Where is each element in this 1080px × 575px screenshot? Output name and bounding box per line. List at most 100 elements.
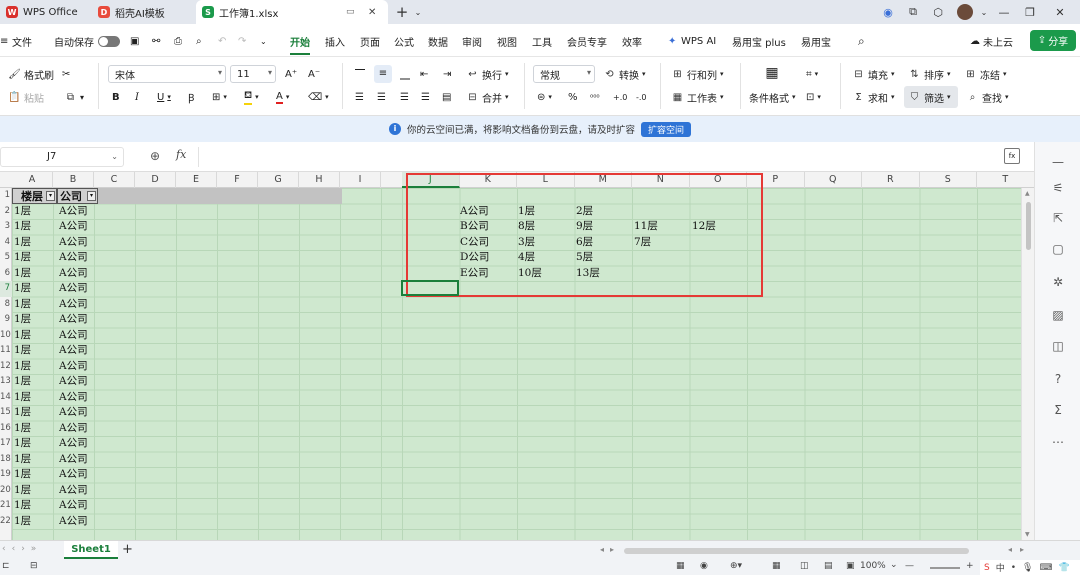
cond-format-button[interactable]: 条件格式 ▾ [749,88,796,106]
menu-item-easytool[interactable]: 易用宝 [801,32,831,50]
fx-button[interactable]: fx [176,148,186,161]
window-switch-icon[interactable]: ⧉ [905,4,921,20]
zoom-level[interactable]: 100% [860,561,886,571]
menu-item-page[interactable]: 页面 [360,32,380,50]
redo-icon[interactable]: ↷ [238,32,246,50]
print-preview-icon[interactable]: ⌕ [196,32,202,50]
cell-floor[interactable]: 1层 [14,374,56,390]
row-header[interactable]: 14 [0,390,12,406]
cell-floor[interactable]: 1层 [14,297,56,313]
cell-floor[interactable]: 1层 [14,405,56,421]
page-layout-icon[interactable]: ◫ [800,561,809,571]
avatar-chevron-icon[interactable]: ⌄ [976,4,992,20]
cell-floor[interactable]: 1层 [14,421,56,437]
tools-icon[interactable]: ✲ [1050,274,1066,290]
eye-protect-icon[interactable]: ◉ [700,561,708,571]
cell-floor[interactable]: 1层 [14,328,56,344]
row-header[interactable]: 12 [0,359,12,375]
cell-company[interactable]: A公司 [59,250,99,266]
column-header-r[interactable]: R [862,172,920,188]
active-cell-j7[interactable] [401,280,459,296]
cell-floor[interactable]: 1层 [14,312,56,328]
cell-floor[interactable]: 1层 [14,436,56,452]
row-header[interactable]: 20 [0,483,12,499]
column-header-b[interactable]: B [53,172,94,188]
row-header[interactable]: 4 [0,235,12,251]
cell-b1-header[interactable]: 公司 ▾ [57,188,98,204]
column-header-s[interactable]: S [920,172,977,188]
increase-decimal-icon[interactable]: +.0 [613,88,627,106]
normal-view-icon[interactable]: ▦ [676,561,685,571]
border-button[interactable]: ⊞ ▾ [212,88,227,106]
align-bottom-icon[interactable]: ⎽ [400,65,410,83]
settings-sliders-icon[interactable]: ⚟ [1050,180,1066,196]
column-header-f[interactable]: F [217,172,258,188]
book-icon[interactable]: ◫ [1050,338,1066,354]
vertical-scrollbar[interactable]: ▲ ▼ [1021,188,1034,540]
scroll-left-icon[interactable]: ◂ [600,545,604,554]
row-header[interactable]: 21 [0,498,12,514]
paste-button[interactable]: 📋 粘贴 [8,88,44,106]
new-tab-button[interactable]: + [394,3,410,21]
reading-icon[interactable]: ▣ [846,561,855,571]
row-header[interactable]: 13 [0,374,12,390]
convert-button[interactable]: ⟲ 转换 ▾ [603,65,645,83]
expand-space-button[interactable]: 扩容空间 [641,121,692,137]
menu-item-member[interactable]: 会员专享 [567,32,607,50]
cell-company[interactable]: A公司 [59,452,99,468]
formula-input[interactable] [200,147,1000,167]
menu-item-insert[interactable]: 插入 [325,32,345,50]
row-col-button[interactable]: ⊞ 行和列 ▾ [671,65,723,83]
menu-item-easytool-plus[interactable]: 易用宝 plus [732,32,786,50]
scroll-right-end-icon[interactable]: ▸ [1020,545,1024,554]
cell-floor[interactable]: 1层 [14,514,56,530]
tab-wps-office[interactable]: W WPS Office [0,0,84,24]
zoom-slider[interactable] [930,567,960,569]
cell-company[interactable]: A公司 [59,328,99,344]
close-tab-icon[interactable]: ✕ [368,7,376,18]
clear-format-button[interactable]: ⌫ ▾ [308,88,329,106]
zoom-out-icon[interactable]: — [905,561,914,571]
autosave-toggle[interactable] [98,36,120,47]
align-top-icon[interactable]: ⎺ [355,65,365,83]
thousands-icon[interactable]: ⁰⁰⁰ [590,88,600,106]
cloud-status[interactable]: ☁ 未上云 [970,32,1013,50]
align-middle-icon[interactable]: ≡ [374,65,392,83]
restore-icon[interactable]: ❐ [1022,4,1038,20]
cube-icon[interactable]: ⬡ [930,4,946,20]
zoom-cell-icon[interactable]: ⊕ [150,149,160,163]
cell-company[interactable]: A公司 [59,281,99,297]
row-header[interactable]: 3 [0,219,12,235]
row-header[interactable]: 6 [0,266,12,282]
row-header[interactable]: 5 [0,250,12,266]
menu-item-efficiency[interactable]: 效率 [622,32,642,50]
cell-company[interactable]: A公司 [59,498,99,514]
tab-docer-ai-templates[interactable]: D 稻壳AI模板 [92,0,171,24]
sort-button[interactable]: ⇅ 排序 ▾ [908,65,950,83]
menu-item-data[interactable]: 数据 [428,32,448,50]
avatar[interactable] [957,4,973,20]
print-icon[interactable]: ⎙ [174,32,182,50]
menu-file[interactable]: 文件 [12,32,32,50]
menu-item-tools[interactable]: 工具 [532,32,552,50]
cell-company[interactable]: A公司 [59,297,99,313]
column-header-e[interactable]: E [176,172,217,188]
align-center-icon[interactable]: ☰ [377,88,386,106]
cell-floor[interactable]: 1层 [14,235,56,251]
cell-floor[interactable]: 1层 [14,483,56,499]
strikethrough-button[interactable]: Ꞵ [188,88,194,106]
row-header[interactable]: 2 [0,204,12,220]
fill-color-button[interactable]: ⛾ ▾ [244,88,259,106]
row-header[interactable]: 7 [0,281,12,297]
window-icon[interactable]: ▭ [346,7,355,17]
macro-icon[interactable]: ⊟ [30,561,38,571]
cell-floor[interactable]: 1层 [14,204,56,220]
cell-a1-header[interactable]: 楼层 ▾ [12,188,57,204]
filter-button[interactable]: ⛉ 筛选 ▾ [904,86,958,108]
menu-item-review[interactable]: 审阅 [462,32,482,50]
cell-floor[interactable]: 1层 [14,498,56,514]
row-header[interactable]: 11 [0,343,12,359]
layout-icon[interactable]: ⊏ [2,561,10,571]
font-size-select[interactable]: 11 ▾ [230,65,276,83]
scroll-right-icon[interactable]: ▸ [610,545,614,554]
